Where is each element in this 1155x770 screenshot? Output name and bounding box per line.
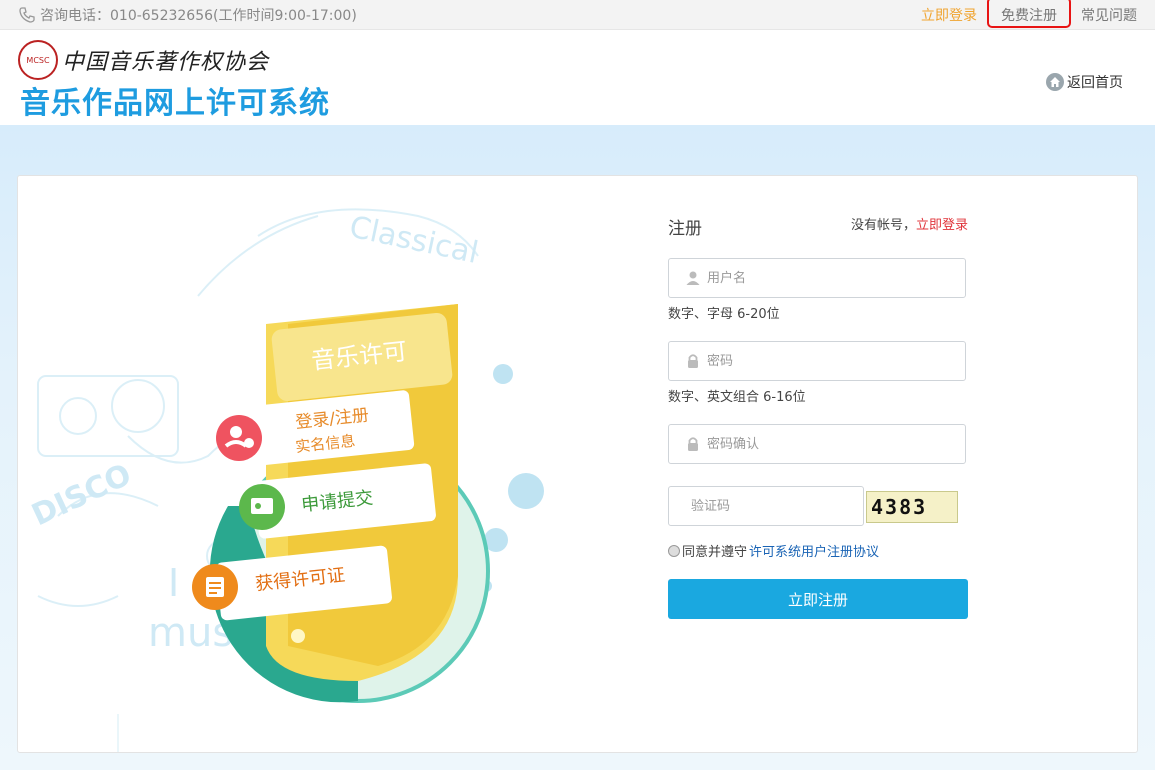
- lock-icon: [688, 354, 698, 368]
- mcsc-seal-icon: MCSC: [18, 40, 58, 80]
- user-icon: [686, 271, 700, 285]
- home-icon: [1046, 73, 1064, 91]
- top-bar: 咨询电话：010-65232656(工作时间9:00-17:00) 立即登录 免…: [0, 0, 1155, 30]
- deco-word-classical: Classical: [346, 210, 481, 271]
- agreement-link[interactable]: 许可系统用户注册协议: [749, 541, 879, 560]
- login-now-link[interactable]: 立即登录: [916, 218, 968, 233]
- captcha-input[interactable]: [689, 497, 863, 515]
- password-input[interactable]: [705, 352, 949, 370]
- agree-checkbox[interactable]: [668, 544, 680, 557]
- deco-word-i: I: [168, 561, 179, 605]
- username-tip: 数字、字母 6-20位: [668, 307, 780, 322]
- org-name: 中国音乐著作权协会: [62, 50, 270, 75]
- site-title: 音乐作品网上许可系统: [20, 86, 330, 121]
- confirm-password-input[interactable]: [705, 435, 949, 453]
- header: MCSC 中国音乐著作权协会 音乐作品网上许可系统 返回首页: [0, 30, 1155, 125]
- captcha-field[interactable]: [668, 486, 864, 526]
- phone-icon: [19, 7, 35, 23]
- logo[interactable]: MCSC 中国音乐著作权协会: [18, 40, 269, 80]
- top-links: 立即登录 免费注册 常见问题: [921, 0, 1137, 28]
- confirm-password-field[interactable]: [668, 424, 966, 464]
- password-field[interactable]: [668, 341, 966, 381]
- register-panel: Classical DISCO I music 音乐许可 登录/注册 实名信息 …: [17, 175, 1138, 753]
- agree-text: 同意并遵守: [682, 545, 748, 560]
- password-tip: 数字、英文组合 6-16位: [668, 390, 806, 405]
- phone-text: 咨询电话：010-65232656(工作时间9:00-17:00): [40, 8, 357, 24]
- lock-icon: [688, 437, 698, 451]
- contact-phone: 咨询电话：010-65232656(工作时间9:00-17:00): [18, 5, 357, 25]
- login-hint: 没有帐号，立即登录: [851, 214, 968, 233]
- faq-link[interactable]: 常见问题: [1081, 5, 1137, 25]
- username-field[interactable]: [668, 258, 966, 298]
- login-link[interactable]: 立即登录: [921, 5, 977, 25]
- username-input[interactable]: [705, 269, 949, 287]
- home-link[interactable]: 返回首页: [1046, 72, 1123, 92]
- agreement-row: 同意并遵守 许可系统用户注册协议: [668, 541, 879, 560]
- home-link-label: 返回首页: [1067, 75, 1123, 91]
- process-illustration: Classical DISCO I music 音乐许可 登录/注册 实名信息 …: [18, 176, 618, 752]
- register-button[interactable]: 立即注册: [668, 579, 968, 619]
- login-hint-text: 没有帐号，: [850, 218, 916, 233]
- register-link[interactable]: 免费注册: [987, 0, 1071, 28]
- captcha-image[interactable]: 4383: [866, 491, 958, 523]
- deco-word-disco: DISCO: [27, 457, 137, 533]
- form-title: 注册: [668, 219, 702, 239]
